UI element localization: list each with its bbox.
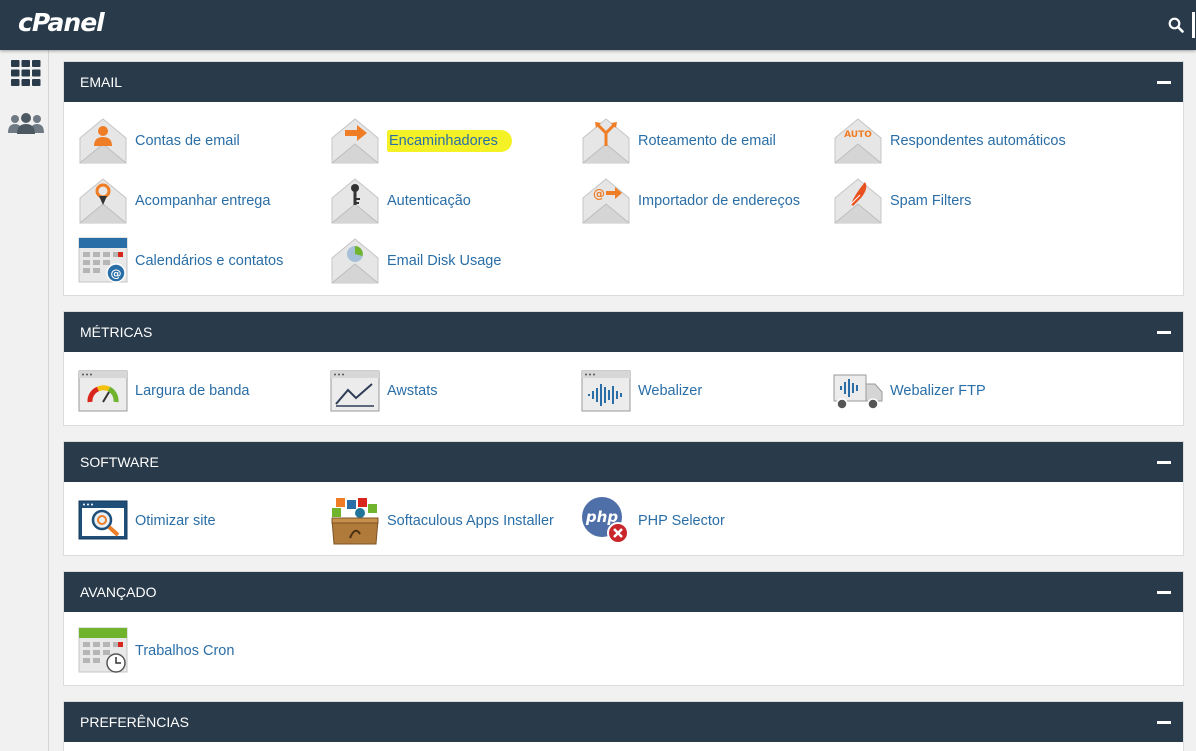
- preferences-section-header[interactable]: PREFERÊNCIAS: [64, 702, 1183, 742]
- email-accounts-label: Contas de email: [135, 133, 240, 149]
- webalizer-ftp-label: Webalizer FTP: [890, 383, 986, 399]
- email-accounts-icon: [79, 118, 127, 164]
- advanced-section-title: AVANÇADO: [80, 584, 157, 600]
- optimize-website-label: Otimizar site: [135, 513, 216, 529]
- forwarders-link[interactable]: Encaminhadores: [316, 116, 556, 166]
- svg-text:@: @: [593, 187, 605, 201]
- bandwidth-icon: [78, 370, 128, 412]
- users-icon: [8, 113, 44, 134]
- authentication-icon: [331, 178, 379, 224]
- address-importer-icon: @: [582, 178, 630, 224]
- webalizer-label: Webalizer: [638, 383, 703, 399]
- email-disk-usage-label: Email Disk Usage: [387, 253, 502, 269]
- webalizer-ftp-link[interactable]: Webalizer FTP: [819, 366, 1059, 416]
- optimize-website-icon: [78, 500, 128, 540]
- collapse-icon[interactable]: [1157, 81, 1171, 84]
- track-delivery-link[interactable]: Acompanhar entrega: [64, 176, 304, 226]
- spam-filters-link[interactable]: Spam Filters: [819, 176, 1059, 226]
- top-bar: cPanel: [0, 0, 1196, 50]
- autoresponders-link[interactable]: AUTO Respondentes automáticos: [819, 116, 1066, 166]
- forwarders-label: Encaminhadores: [387, 130, 512, 152]
- track-delivery-label: Acompanhar entrega: [135, 193, 271, 209]
- software-section-title: SOFTWARE: [80, 454, 159, 470]
- softaculous-icon: [331, 498, 379, 545]
- svg-text:AUTO: AUTO: [844, 130, 872, 140]
- spam-filters-icon: [834, 178, 882, 224]
- autoresponders-icon: AUTO: [834, 118, 882, 164]
- webalizer-link[interactable]: Webalizer: [567, 366, 807, 416]
- address-importer-label: Importador de endereços: [638, 193, 801, 209]
- bandwidth-label: Largura de banda: [135, 383, 250, 399]
- email-routing-link[interactable]: Roteamento de email: [567, 116, 807, 166]
- sidebar-home-button[interactable]: [7, 56, 45, 90]
- software-section-header[interactable]: SOFTWARE: [64, 442, 1183, 482]
- metrics-section-header[interactable]: MÉTRICAS: [64, 312, 1183, 352]
- email-routing-icon: [582, 118, 630, 164]
- spam-filters-label: Spam Filters: [890, 193, 972, 209]
- topbar-edge: [1192, 12, 1195, 38]
- forwarders-icon: [331, 118, 379, 164]
- preferences-section: PREFERÊNCIAS: [63, 701, 1184, 751]
- webalizer-icon: [581, 370, 631, 412]
- softaculous-label: Softaculous Apps Installer: [387, 513, 554, 529]
- awstats-icon: [330, 370, 380, 412]
- track-delivery-icon: [79, 178, 127, 224]
- authentication-label: Autenticação: [387, 193, 471, 209]
- awstats-link[interactable]: Awstats: [316, 366, 556, 416]
- cron-jobs-icon: [78, 627, 128, 673]
- webalizer-ftp-icon: [833, 374, 883, 410]
- cron-jobs-link[interactable]: Trabalhos Cron: [64, 626, 304, 676]
- address-importer-link[interactable]: @ Importador de endereços: [567, 176, 807, 226]
- email-section: EMAIL Contas de email Encaminhadores Rot…: [63, 61, 1184, 296]
- search-icon: [1168, 17, 1184, 33]
- calendars-contacts-link[interactable]: @ Calendários e contatos: [64, 236, 304, 286]
- search-button[interactable]: [1156, 0, 1196, 50]
- email-disk-usage-link[interactable]: Email Disk Usage: [316, 236, 556, 286]
- calendars-contacts-icon: @: [78, 237, 128, 283]
- email-routing-label: Roteamento de email: [638, 133, 776, 149]
- svg-text:@: @: [111, 267, 122, 280]
- collapse-icon[interactable]: [1157, 331, 1171, 334]
- collapse-icon[interactable]: [1157, 461, 1171, 464]
- preferences-section-title: PREFERÊNCIAS: [80, 714, 189, 730]
- email-section-title: EMAIL: [80, 74, 123, 90]
- optimize-website-link[interactable]: Otimizar site: [64, 496, 304, 546]
- email-accounts-link[interactable]: Contas de email: [64, 116, 304, 166]
- calendars-contacts-label: Calendários e contatos: [135, 253, 284, 269]
- email-disk-usage-icon: [331, 238, 379, 284]
- php-selector-label: PHP Selector: [638, 513, 725, 529]
- bandwidth-link[interactable]: Largura de banda: [64, 366, 304, 416]
- advanced-section-header[interactable]: AVANÇADO: [64, 572, 1183, 612]
- grid-icon: [11, 60, 41, 86]
- autoresponders-label: Respondentes automáticos: [890, 133, 1066, 149]
- php-selector-link[interactable]: php PHP Selector: [567, 496, 807, 546]
- cpanel-logo[interactable]: cPanel: [18, 8, 105, 37]
- cron-jobs-label: Trabalhos Cron: [135, 643, 235, 659]
- php-selector-icon: php: [582, 497, 629, 544]
- collapse-icon[interactable]: [1157, 591, 1171, 594]
- collapse-icon[interactable]: [1157, 721, 1171, 724]
- email-section-header[interactable]: EMAIL: [64, 62, 1183, 102]
- softaculous-link[interactable]: Softaculous Apps Installer: [316, 496, 556, 546]
- metrics-section: MÉTRICAS Largura de banda Awstats Webali…: [63, 311, 1184, 426]
- sidebar-users-button[interactable]: [7, 106, 45, 140]
- awstats-label: Awstats: [387, 383, 438, 399]
- software-section: SOFTWARE Otimizar site Softaculous Apps …: [63, 441, 1184, 556]
- authentication-link[interactable]: Autenticação: [316, 176, 556, 226]
- metrics-section-title: MÉTRICAS: [80, 324, 153, 340]
- sidebar: [0, 50, 49, 751]
- advanced-section: AVANÇADO Trabalhos Cron: [63, 571, 1184, 686]
